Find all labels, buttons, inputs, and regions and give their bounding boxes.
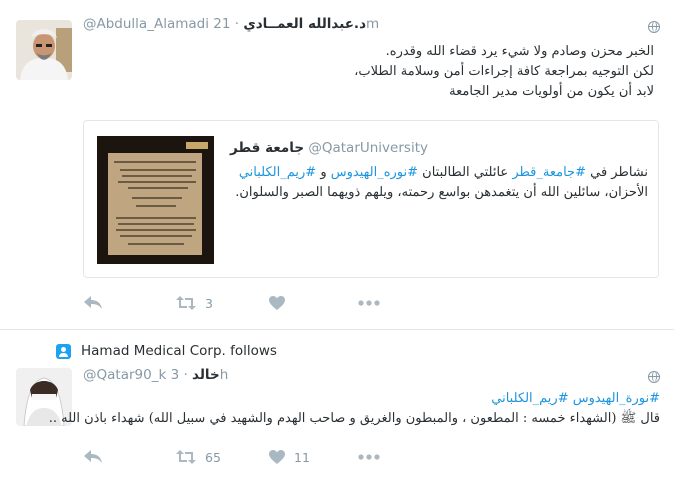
- tweet-card[interactable]: Hamad Medical Corp. follows @Qatar90_k خ…: [0, 331, 674, 485]
- tweet-text: الخبر محزن وصادم ولا شيء يرد قضاء الله و…: [354, 42, 654, 102]
- university-logo: [186, 142, 208, 149]
- retweet-icon: [176, 296, 196, 310]
- social-context: Hamad Medical Corp. follows: [56, 342, 277, 360]
- reply-button[interactable]: [83, 293, 103, 313]
- like-button[interactable]: 11: [268, 447, 310, 467]
- user-name[interactable]: خالد: [192, 367, 220, 383]
- reply-icon: [84, 296, 102, 309]
- more-button[interactable]: [358, 293, 380, 313]
- retweet-button[interactable]: 3: [175, 293, 213, 313]
- user-handle[interactable]: @Qatar90_k: [83, 367, 166, 383]
- quoted-tweet[interactable]: جامعة قطر @QatarUniversity نشاطر في #جام…: [83, 120, 659, 278]
- more-icon: [358, 300, 380, 306]
- hashtag-link[interactable]: #جامعة_قطر: [512, 165, 586, 180]
- quoted-user-handle[interactable]: @QatarUniversity: [308, 140, 428, 156]
- hashtag-line[interactable]: #نورة_الهيدوس #ريم_الكلباني: [49, 389, 660, 409]
- hashtag-link[interactable]: #نوره_الهيدوس: [331, 165, 418, 180]
- person-icon: [56, 343, 71, 359]
- condolence-card-image: [108, 153, 202, 255]
- heart-icon: [269, 450, 285, 464]
- heart-icon: [269, 296, 285, 310]
- tweet-text-line: قال ﷺ (الشهداء خمسه : المطعون ، والمبطون…: [48, 411, 660, 426]
- tweet-header: @Abdulla_Alamadi د.عبدالله العمــادي · 2…: [83, 16, 379, 32]
- tweet-header: @Qatar90_k خالد · 3h: [83, 367, 228, 383]
- tweet-text: #نورة_الهيدوس #ريم_الكلباني قال ﷺ (الشهد…: [49, 389, 660, 429]
- reply-button[interactable]: [83, 447, 103, 467]
- tweet-text-line: لابد أن يكون من أولويات مدير الجامعة: [449, 84, 654, 99]
- more-icon: [358, 454, 380, 460]
- retweet-count: 65: [205, 449, 221, 465]
- tweet-text-line: الخبر محزن وصادم ولا شيء يرد قضاء الله و…: [385, 44, 654, 59]
- like-count: 11: [294, 449, 310, 465]
- reply-icon: [84, 450, 102, 463]
- user-handle[interactable]: @Abdulla_Alamadi: [83, 16, 209, 32]
- tweet-text-line: لكن التوجيه بمراجعة كافة إجراءات أمن وسل…: [354, 64, 654, 79]
- quoted-text-line-1: نشاطر في #جامعة_قطر عائلتي الطالبتان #نو…: [238, 165, 648, 180]
- retweet-count: 3: [205, 295, 213, 311]
- retweet-button[interactable]: 65: [175, 447, 221, 467]
- globe-icon: [648, 371, 660, 383]
- like-button[interactable]: [268, 293, 294, 313]
- tweet-actions: 3: [83, 293, 403, 313]
- quoted-text-line-2: الأحزان، سائلين الله أن يتغمدهن بواسع رح…: [235, 185, 648, 200]
- more-button[interactable]: [358, 447, 380, 467]
- quoted-tweet-header: جامعة قطر @QatarUniversity: [230, 140, 428, 156]
- tweet-card[interactable]: @Abdulla_Alamadi د.عبدالله العمــادي · 2…: [0, 0, 674, 330]
- quoted-tweet-text: نشاطر في #جامعة_قطر عائلتي الطالبتان #نو…: [235, 163, 648, 203]
- quoted-tweet-image[interactable]: [97, 136, 214, 264]
- retweet-icon: [176, 450, 196, 464]
- quoted-user-name[interactable]: جامعة قطر: [230, 140, 304, 156]
- avatar[interactable]: [16, 20, 72, 80]
- hashtag-link[interactable]: #ريم_الكلباني: [239, 165, 316, 180]
- tweet-actions: 65 11: [83, 447, 403, 467]
- follow-context-text[interactable]: Hamad Medical Corp. follows: [81, 343, 277, 359]
- user-name[interactable]: د.عبدالله العمــادي: [243, 16, 366, 32]
- globe-icon: [648, 21, 660, 33]
